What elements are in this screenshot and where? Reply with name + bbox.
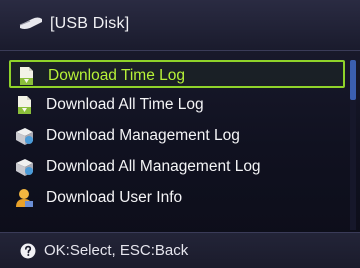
management-log-icon (16, 159, 33, 176)
document-download-icon (20, 67, 33, 85)
menu-item-label: Download Management Log (46, 127, 240, 144)
header-bar: [USB Disk] (0, 0, 360, 51)
menu-item-label: Download All Time Log (46, 96, 204, 113)
menu-scrollbar[interactable] (350, 60, 356, 230)
footer-bar: OK:Select, ESC:Back (0, 232, 360, 268)
document-download-icon (18, 96, 31, 114)
menu-item-label: Download All Management Log (46, 158, 261, 175)
menu-item-download-all-time-log[interactable]: Download All Time Log (9, 91, 345, 119)
device-screen: [USB Disk] Download Time Log Download Al… (0, 0, 360, 268)
footer-hint: OK:Select, ESC:Back (44, 242, 189, 259)
usb-disk-icon (19, 17, 42, 29)
menu-item-download-time-log[interactable]: Download Time Log (9, 60, 345, 88)
scrollbar-thumb[interactable] (350, 60, 356, 100)
help-icon (20, 243, 36, 259)
menu-item-download-management-log[interactable]: Download Management Log (9, 122, 345, 150)
menu-item-download-all-management-log[interactable]: Download All Management Log (9, 153, 345, 181)
user-icon (16, 189, 33, 207)
header-title: [USB Disk] (50, 15, 130, 32)
menu-item-download-user-info[interactable]: Download User Info (9, 184, 345, 212)
menu-item-label: Download User Info (46, 189, 183, 206)
menu-item-label: Download Time Log (48, 67, 185, 84)
management-log-icon (16, 128, 33, 145)
